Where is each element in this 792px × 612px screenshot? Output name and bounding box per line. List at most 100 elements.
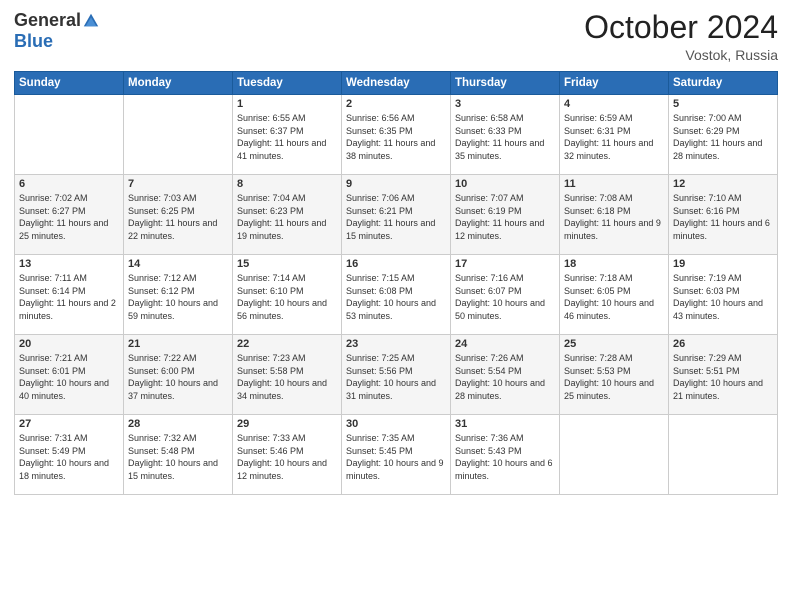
calendar-cell: 25 Sunrise: 7:28 AMSunset: 5:53 PMDayligh… [560, 335, 669, 415]
day-number: 6 [19, 178, 119, 190]
calendar-cell: 1 Sunrise: 6:55 AMSunset: 6:37 PMDaylight… [233, 95, 342, 175]
day-number: 25 [564, 338, 664, 350]
calendar-cell: 2 Sunrise: 6:56 AMSunset: 6:35 PMDaylight… [342, 95, 451, 175]
day-number: 23 [346, 338, 446, 350]
calendar-week-2: 6Sunrise: 7:02 AMSunset: 6:27 PMDaylight… [15, 175, 778, 255]
col-sunday: Sunday [15, 72, 124, 95]
col-saturday: Saturday [669, 72, 778, 95]
calendar-cell: 11 Sunrise: 7:08 AMSunset: 6:18 PMDayligh… [560, 175, 669, 255]
day-number: 13 [19, 258, 119, 270]
calendar-cell: 31 Sunrise: 7:36 AMSunset: 5:43 PMDayligh… [451, 415, 560, 495]
calendar-week-4: 20Sunrise: 7:21 AMSunset: 6:01 PMDayligh… [15, 335, 778, 415]
calendar-cell: 5Sunrise: 7:00 AMSunset: 6:29 PMDaylight… [669, 95, 778, 175]
calendar-week-3: 13 Sunrise: 7:11 AMSunset: 6:14 PMDayligh… [15, 255, 778, 335]
calendar-cell [15, 95, 124, 175]
day-number: 8 [237, 178, 337, 190]
calendar-cell: 8 Sunrise: 7:04 AMSunset: 6:23 PMDaylight… [233, 175, 342, 255]
day-number: 9 [346, 178, 446, 190]
location: Vostok, Russia [584, 47, 778, 63]
cell-content: Sunrise: 7:11 AMSunset: 6:14 PMDaylight:… [19, 272, 119, 322]
calendar-cell: 14 Sunrise: 7:12 AMSunset: 6:12 PMDayligh… [124, 255, 233, 335]
calendar-cell: 28 Sunrise: 7:32 AMSunset: 5:48 PMDayligh… [124, 415, 233, 495]
cell-content: Sunrise: 7:00 AMSunset: 6:29 PMDaylight:… [673, 112, 773, 162]
calendar-cell: 10 Sunrise: 7:07 AMSunset: 6:19 PMDayligh… [451, 175, 560, 255]
calendar-cell: 3Sunrise: 6:58 AMSunset: 6:33 PMDaylight… [451, 95, 560, 175]
day-number: 17 [455, 258, 555, 270]
calendar-cell: 9 Sunrise: 7:06 AMSunset: 6:21 PMDaylight… [342, 175, 451, 255]
day-number: 29 [237, 418, 337, 430]
day-number: 16 [346, 258, 446, 270]
cell-content: Sunrise: 7:08 AMSunset: 6:18 PMDaylight:… [564, 192, 664, 242]
calendar-cell: 26Sunrise: 7:29 AMSunset: 5:51 PMDayligh… [669, 335, 778, 415]
cell-content: Sunrise: 7:16 AMSunset: 6:07 PMDaylight:… [455, 272, 555, 322]
calendar-cell: 6Sunrise: 7:02 AMSunset: 6:27 PMDaylight… [15, 175, 124, 255]
cell-content: Sunrise: 7:25 AMSunset: 5:56 PMDaylight:… [346, 352, 446, 402]
title-block: October 2024 Vostok, Russia [584, 10, 778, 63]
header-row: Sunday Monday Tuesday Wednesday Thursday… [15, 72, 778, 95]
day-number: 31 [455, 418, 555, 430]
day-number: 4 [564, 98, 664, 110]
cell-content: Sunrise: 7:29 AMSunset: 5:51 PMDaylight:… [673, 352, 773, 402]
day-number: 1 [237, 98, 337, 110]
day-number: 18 [564, 258, 664, 270]
cell-content: Sunrise: 6:55 AMSunset: 6:37 PMDaylight:… [237, 112, 337, 162]
day-number: 19 [673, 258, 773, 270]
cell-content: Sunrise: 7:36 AMSunset: 5:43 PMDaylight:… [455, 432, 555, 482]
month-title: October 2024 [584, 10, 778, 45]
col-tuesday: Tuesday [233, 72, 342, 95]
calendar-cell: 20Sunrise: 7:21 AMSunset: 6:01 PMDayligh… [15, 335, 124, 415]
calendar-cell: 17 Sunrise: 7:16 AMSunset: 6:07 PMDayligh… [451, 255, 560, 335]
calendar-cell [560, 415, 669, 495]
cell-content: Sunrise: 7:28 AMSunset: 5:53 PMDaylight:… [564, 352, 664, 402]
day-number: 11 [564, 178, 664, 190]
calendar-cell: 19 Sunrise: 7:19 AMSunset: 6:03 PMDayligh… [669, 255, 778, 335]
day-number: 24 [455, 338, 555, 350]
logo-blue-text: Blue [14, 31, 53, 52]
day-number: 10 [455, 178, 555, 190]
cell-content: Sunrise: 7:18 AMSunset: 6:05 PMDaylight:… [564, 272, 664, 322]
cell-content: Sunrise: 7:14 AMSunset: 6:10 PMDaylight:… [237, 272, 337, 322]
day-number: 7 [128, 178, 228, 190]
day-number: 3 [455, 98, 555, 110]
cell-content: Sunrise: 7:32 AMSunset: 5:48 PMDaylight:… [128, 432, 228, 482]
cell-content: Sunrise: 7:26 AMSunset: 5:54 PMDaylight:… [455, 352, 555, 402]
cell-content: Sunrise: 7:06 AMSunset: 6:21 PMDaylight:… [346, 192, 446, 242]
cell-content: Sunrise: 7:35 AMSunset: 5:45 PMDaylight:… [346, 432, 446, 482]
calendar-cell: 13 Sunrise: 7:11 AMSunset: 6:14 PMDayligh… [15, 255, 124, 335]
cell-content: Sunrise: 7:23 AMSunset: 5:58 PMDaylight:… [237, 352, 337, 402]
calendar-cell: 24 Sunrise: 7:26 AMSunset: 5:54 PMDayligh… [451, 335, 560, 415]
calendar-cell: 7 Sunrise: 7:03 AMSunset: 6:25 PMDaylight… [124, 175, 233, 255]
day-number: 2 [346, 98, 446, 110]
cell-content: Sunrise: 7:21 AMSunset: 6:01 PMDaylight:… [19, 352, 119, 402]
calendar-cell: 15Sunrise: 7:14 AMSunset: 6:10 PMDayligh… [233, 255, 342, 335]
day-number: 21 [128, 338, 228, 350]
day-number: 28 [128, 418, 228, 430]
calendar-cell: 23 Sunrise: 7:25 AMSunset: 5:56 PMDayligh… [342, 335, 451, 415]
calendar-cell [669, 415, 778, 495]
col-friday: Friday [560, 72, 669, 95]
calendar-week-5: 27Sunrise: 7:31 AMSunset: 5:49 PMDayligh… [15, 415, 778, 495]
day-number: 30 [346, 418, 446, 430]
day-number: 14 [128, 258, 228, 270]
cell-content: Sunrise: 7:12 AMSunset: 6:12 PMDaylight:… [128, 272, 228, 322]
calendar-week-1: 1 Sunrise: 6:55 AMSunset: 6:37 PMDaylight… [15, 95, 778, 175]
col-wednesday: Wednesday [342, 72, 451, 95]
day-number: 12 [673, 178, 773, 190]
cell-content: Sunrise: 6:56 AMSunset: 6:35 PMDaylight:… [346, 112, 446, 162]
cell-content: Sunrise: 7:22 AMSunset: 6:00 PMDaylight:… [128, 352, 228, 402]
cell-content: Sunrise: 7:07 AMSunset: 6:19 PMDaylight:… [455, 192, 555, 242]
calendar-cell: 27Sunrise: 7:31 AMSunset: 5:49 PMDayligh… [15, 415, 124, 495]
calendar-cell: 12Sunrise: 7:10 AMSunset: 6:16 PMDayligh… [669, 175, 778, 255]
logo-general-text: General [14, 10, 81, 31]
calendar-cell: 22Sunrise: 7:23 AMSunset: 5:58 PMDayligh… [233, 335, 342, 415]
calendar-cell [124, 95, 233, 175]
calendar-cell: 4 Sunrise: 6:59 AMSunset: 6:31 PMDaylight… [560, 95, 669, 175]
cell-content: Sunrise: 6:59 AMSunset: 6:31 PMDaylight:… [564, 112, 664, 162]
cell-content: Sunrise: 7:19 AMSunset: 6:03 PMDaylight:… [673, 272, 773, 322]
cell-content: Sunrise: 7:04 AMSunset: 6:23 PMDaylight:… [237, 192, 337, 242]
cell-content: Sunrise: 7:03 AMSunset: 6:25 PMDaylight:… [128, 192, 228, 242]
header: General Blue October 2024 Vostok, Russia [14, 10, 778, 63]
calendar-cell: 16Sunrise: 7:15 AMSunset: 6:08 PMDayligh… [342, 255, 451, 335]
page: General Blue October 2024 Vostok, Russia… [0, 0, 792, 612]
calendar-cell: 30 Sunrise: 7:35 AMSunset: 5:45 PMDayligh… [342, 415, 451, 495]
